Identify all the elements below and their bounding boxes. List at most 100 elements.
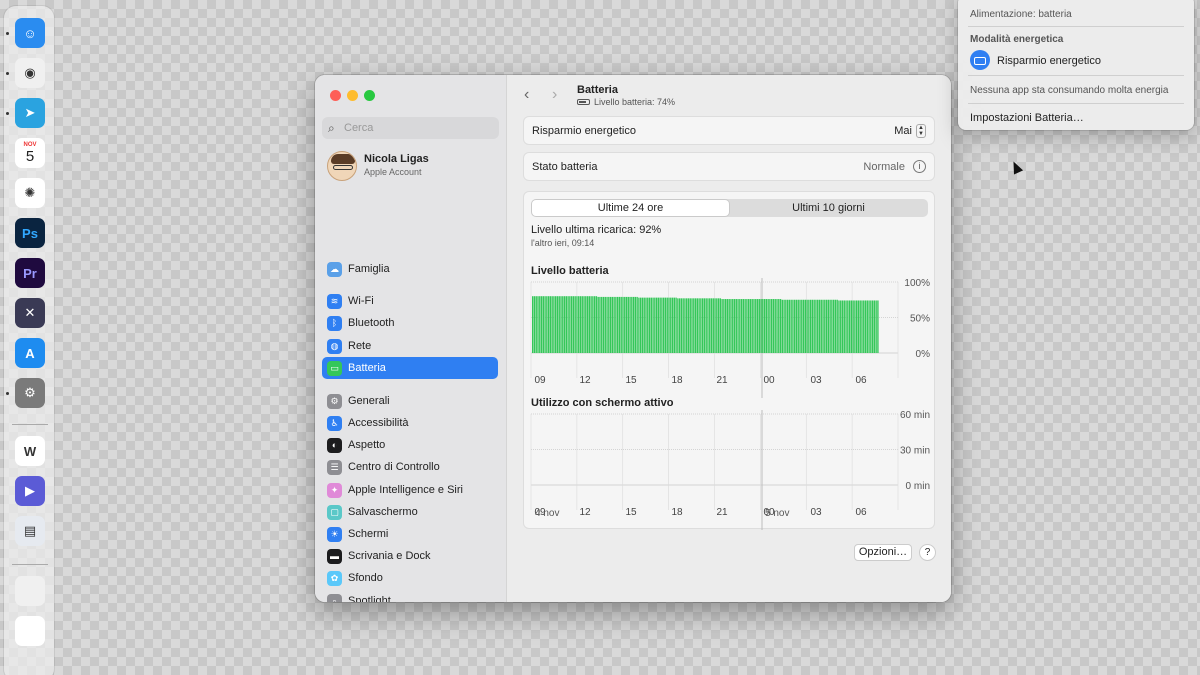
- battery-bar: [827, 299, 830, 353]
- close-window-button[interactable]: [330, 90, 341, 101]
- battery-bar: [625, 296, 628, 353]
- spotlight-icon: ⌕: [327, 593, 342, 602]
- low-power-mode-icon[interactable]: [970, 50, 990, 70]
- x-tick-label: 00: [763, 375, 775, 386]
- sidebar-item-generali[interactable]: ⚙ Generali: [322, 390, 498, 412]
- battery-settings-link[interactable]: Impostazioni Batteria…: [970, 112, 1084, 124]
- battery-bar: [553, 296, 555, 353]
- battery-bar: [762, 299, 764, 353]
- battery-bar: [850, 300, 853, 353]
- sidebar-item-aspetto[interactable]: ◐ Aspetto: [322, 434, 498, 456]
- calendar-icon[interactable]: NOV 5: [15, 138, 45, 168]
- chrome-icon[interactable]: ◉: [15, 58, 45, 88]
- battery-bar: [578, 296, 580, 353]
- sidebar-item-centro-controllo[interactable]: ☰ Centro di Controllo: [322, 456, 498, 478]
- battery-bar: [599, 296, 601, 353]
- sidebar-item-wifi[interactable]: ≋ Wi-Fi: [322, 290, 498, 312]
- battery-bar: [809, 299, 812, 353]
- battery-bar: [843, 300, 845, 353]
- battery-bar: [815, 299, 817, 353]
- battery-bar: [769, 299, 771, 353]
- low-power-mode-item[interactable]: Risparmio energetico: [997, 55, 1101, 67]
- x-tick-label: 21: [716, 375, 728, 386]
- battery-bar: [730, 299, 732, 353]
- forward-button[interactable]: ›: [552, 86, 557, 104]
- apple-account-item[interactable]: Nicola Ligas Apple Account: [327, 151, 497, 181]
- low-power-select[interactable]: Mai ▲ ▼: [894, 123, 926, 138]
- minimize-window-button[interactable]: [347, 90, 358, 101]
- y-tick-label: 50%: [910, 314, 930, 325]
- battery-bar: [627, 296, 629, 353]
- system-settings-icon[interactable]: ⚙: [15, 378, 45, 408]
- sidebar-item-scrivania-dock[interactable]: ▬ Scrivania e Dock: [322, 545, 498, 567]
- app-store-icon[interactable]: A: [15, 338, 45, 368]
- page-title: Batteria: [577, 84, 618, 96]
- x-tick-label: 18: [671, 375, 683, 386]
- battery-bar: [611, 296, 614, 353]
- battery-icon: [577, 99, 590, 105]
- battery-bar: [836, 299, 838, 353]
- battery-bar: [693, 298, 695, 353]
- sidebar-item-spotlight[interactable]: ⌕ Spotlight: [322, 590, 498, 602]
- battery-bar: [539, 296, 541, 353]
- battery-bar: [785, 299, 787, 353]
- battery-bar: [824, 299, 826, 353]
- battery-bar: [813, 299, 815, 353]
- help-button[interactable]: ?: [919, 544, 936, 561]
- preview-icon[interactable]: ▤: [15, 516, 45, 546]
- accessibilita-icon: ♿: [327, 415, 342, 431]
- sidebar-item-label: Sfondo: [348, 572, 383, 584]
- battery-bar: [868, 300, 870, 353]
- battery-bar: [864, 300, 867, 353]
- battery-bar: [755, 299, 757, 353]
- zoom-window-button[interactable]: [364, 90, 375, 101]
- battery-bar: [765, 299, 768, 353]
- infuse-icon[interactable]: ▶: [15, 476, 45, 506]
- sidebar-item-label: Batteria: [348, 362, 386, 374]
- battery-bar: [790, 299, 792, 353]
- finder-icon[interactable]: ☺: [15, 18, 45, 48]
- telegram-icon[interactable]: ➤: [15, 98, 45, 128]
- sidebar-item-siri[interactable]: ✦ Apple Intelligence e Siri: [322, 479, 498, 501]
- sidebar-item-schermi[interactable]: ☀ Schermi: [322, 523, 498, 545]
- date-label: 5 nov: [765, 508, 789, 519]
- battery-bar: [680, 298, 683, 353]
- battery-bar: [794, 299, 796, 353]
- chatgpt-icon[interactable]: ✺: [15, 178, 45, 208]
- sidebar-item-bluetooth[interactable]: ᛒ Bluetooth: [322, 312, 498, 334]
- dock: ☺ ◉ ➤ NOV 5 ✺ Ps Pr ✕ A ⚙ W ▶ ▤: [4, 6, 54, 675]
- battery-bar: [546, 296, 548, 353]
- back-button[interactable]: ‹: [524, 86, 529, 104]
- bluetooth-icon: ᛒ: [327, 315, 342, 331]
- sidebar-item-batteria[interactable]: ▭ Batteria: [322, 357, 498, 379]
- sidebar-item-famiglia[interactable]: ☁ Famiglia: [322, 258, 498, 280]
- usage-panel: Ultime 24 ore Ultimi 10 giorni Livello u…: [523, 191, 935, 530]
- power-source-text: Alimentazione: batteria: [970, 9, 1072, 20]
- battery-health-row: Stato batteria Normale i: [523, 152, 935, 181]
- premiere-icon[interactable]: Pr: [15, 258, 45, 288]
- sidebar-item-accessibilita[interactable]: ♿ Accessibilità: [322, 412, 498, 434]
- salvaschermo-icon: ▢: [327, 504, 342, 520]
- battery-bar: [838, 300, 840, 353]
- sidebar-item-sfondo[interactable]: ✿ Sfondo: [322, 567, 498, 589]
- doc-thumb-icon[interactable]: [15, 616, 45, 646]
- info-icon[interactable]: i: [913, 160, 926, 173]
- battery-bar: [733, 299, 736, 353]
- battery-bar: [532, 296, 534, 353]
- window-thumb-icon[interactable]: [15, 576, 45, 606]
- search-input[interactable]: ⌕ Cerca: [322, 117, 499, 139]
- sidebar-item-salvaschermo[interactable]: ▢ Salvaschermo: [322, 501, 498, 523]
- options-button[interactable]: Opzioni…: [854, 544, 912, 561]
- battery-bar: [742, 299, 745, 353]
- battery-bar: [845, 300, 847, 353]
- word-icon[interactable]: W: [15, 436, 45, 466]
- rete-icon: ◍: [327, 338, 342, 354]
- battery-bar: [664, 297, 667, 353]
- xcode-style-icon[interactable]: ✕: [15, 298, 45, 328]
- photoshop-icon[interactable]: Ps: [15, 218, 45, 248]
- battery-bar: [751, 299, 753, 353]
- sidebar-item-rete[interactable]: ◍ Rete: [322, 335, 498, 357]
- battery-bar: [595, 296, 598, 353]
- battery-bar: [631, 296, 633, 353]
- battery-bar: [567, 296, 569, 353]
